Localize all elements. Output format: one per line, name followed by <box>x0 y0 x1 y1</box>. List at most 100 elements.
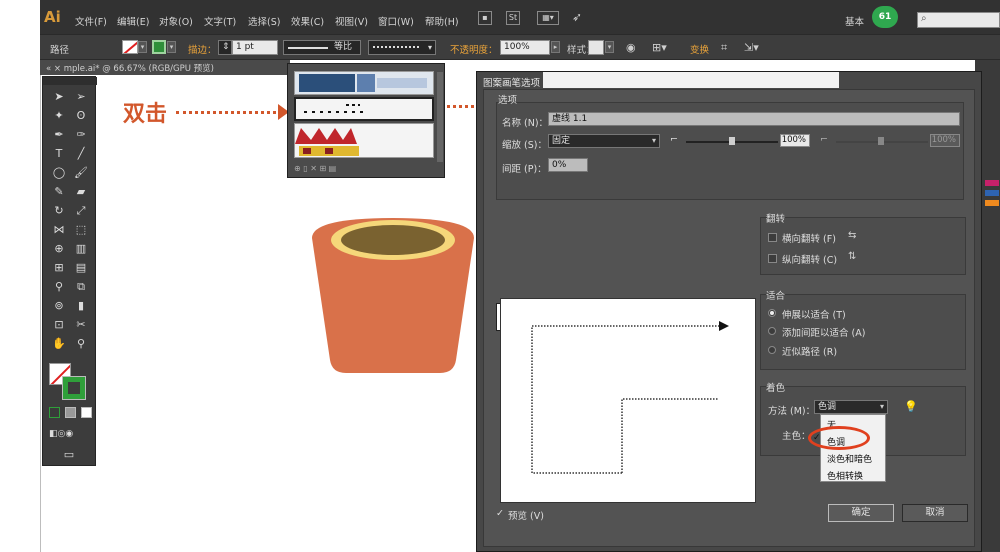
gradient-mode-icon[interactable] <box>65 407 76 418</box>
recolor-artwork-icon[interactable]: ◉ <box>626 41 636 54</box>
opacity-label[interactable]: 不透明度： <box>450 42 498 56</box>
fill-dropdown-icon[interactable]: ▾ <box>138 41 147 53</box>
transform-icon[interactable]: ⌗ <box>721 41 727 55</box>
stroke-dropdown-icon[interactable]: ▾ <box>167 41 176 53</box>
method-option-tints-and-shades[interactable]: 淡色和暗色 <box>827 452 872 465</box>
stock-icon[interactable]: St <box>506 11 520 25</box>
none-mode-icon[interactable] <box>81 407 92 418</box>
paintbrush-tool-icon[interactable]: 🖌 <box>71 165 91 181</box>
spacing-input[interactable]: 0% <box>548 158 588 172</box>
method-select[interactable]: 色调 ▾ <box>814 400 888 414</box>
scale-percent-input[interactable]: 100% <box>780 134 810 147</box>
screen-mode-icon[interactable]: ▭ <box>59 447 79 463</box>
brush-row-dashed-selected[interactable] <box>294 97 434 121</box>
hand-tool-icon[interactable]: ✋ <box>49 336 69 352</box>
gradient-tool-icon[interactable]: ▤ <box>71 260 91 276</box>
style-dropdown-icon[interactable]: ▾ <box>605 41 614 53</box>
cancel-button[interactable]: 取消 <box>902 504 968 522</box>
perspective-grid-tool-icon[interactable]: ▥ <box>71 241 91 257</box>
stroke-swatch[interactable] <box>152 40 166 54</box>
selection-tool-icon[interactable]: ➤ <box>49 89 69 105</box>
variable-width-profile[interactable]: 等比 <box>283 40 361 55</box>
workspace-switcher[interactable]: 基本 <box>845 14 864 28</box>
color-mode-icon[interactable] <box>49 407 60 418</box>
graphic-style-swatch[interactable] <box>588 40 604 55</box>
swatch-orange[interactable] <box>985 200 999 206</box>
magic-wand-tool-icon[interactable]: ✦ <box>49 108 69 124</box>
pencil-tool-icon[interactable]: ✎ <box>49 184 69 200</box>
eyedropper-tool-icon[interactable]: ⚲ <box>49 279 69 295</box>
fill-swatch[interactable] <box>122 40 138 54</box>
ok-button[interactable]: 确定 <box>828 504 894 522</box>
line-tool-icon[interactable]: ╱ <box>71 146 91 162</box>
fit-add-space-label: 添加间距以适合 (A) <box>782 328 866 339</box>
dialog-body: 选项 名称 (N)： 虚线 1.1 缩放 (S)： 固定 ▾ ⌐ 100% ⌐ … <box>483 89 975 547</box>
direct-selection-tool-icon[interactable]: ➢ <box>71 89 91 105</box>
help-search-input[interactable]: ⌕ <box>917 12 1000 28</box>
stroke-color-icon[interactable] <box>62 376 86 400</box>
ellipse-tool-icon[interactable]: ◯ <box>49 165 69 181</box>
flip-horizontal-checkbox[interactable] <box>768 233 777 242</box>
free-transform-tool-icon[interactable]: ⬚ <box>71 222 91 238</box>
brush-row-decorative[interactable] <box>294 123 434 158</box>
type-tool-icon[interactable]: T <box>49 146 69 162</box>
menu-type[interactable]: 文字(T) <box>204 14 236 28</box>
slice-tool-icon[interactable]: ✂ <box>71 317 91 333</box>
menu-help[interactable]: 帮助(H) <box>425 14 459 28</box>
curvature-tool-icon[interactable]: ✑ <box>71 127 91 143</box>
stroke-label[interactable]: 描边： <box>188 42 217 56</box>
menu-edit[interactable]: 编辑(E) <box>117 14 149 28</box>
preview-checkmark-icon[interactable]: ✓ <box>496 508 504 519</box>
fit-stretch-radio[interactable] <box>768 309 776 317</box>
rotate-tool-icon[interactable]: ↻ <box>49 203 69 219</box>
flip-vertical-checkbox[interactable] <box>768 254 777 263</box>
draw-mode-icon[interactable]: ◧◎◉ <box>49 426 73 442</box>
arrange-documents-icon[interactable]: ▦▾ <box>537 11 559 25</box>
fit-approximate-radio[interactable] <box>768 346 776 354</box>
zoom-tool-icon[interactable]: ⚲ <box>71 336 91 352</box>
fit-add-space-radio[interactable] <box>768 327 776 335</box>
brush-row-pattern[interactable] <box>294 71 434 95</box>
tools-panel-grip[interactable] <box>43 77 97 85</box>
transform-link[interactable]: 变换 <box>690 42 709 56</box>
bridge-icon[interactable]: ▪ <box>478 11 492 25</box>
profile-line-icon <box>288 47 328 49</box>
tips-lightbulb-icon[interactable]: 💡 <box>904 400 918 413</box>
shape-builder-tool-icon[interactable]: ⊕ <box>49 241 69 257</box>
scale-slider-thumb[interactable] <box>729 137 735 145</box>
artboard-tool-icon[interactable]: ⊡ <box>49 317 69 333</box>
opacity-dropdown-icon[interactable]: ▸ <box>551 41 560 53</box>
swatch-magenta[interactable] <box>985 180 999 186</box>
menu-window[interactable]: 窗口(W) <box>378 14 414 28</box>
stroke-stepper-icon[interactable]: ⇕ <box>218 40 232 55</box>
brushes-panel-footer-icons[interactable]: ⊕ ▯ ✕ ⊞ ▤ <box>294 164 336 173</box>
preview-label: 预览 (V) <box>508 511 544 522</box>
stroke-weight-input[interactable]: 1 pt <box>232 40 278 55</box>
eraser-tool-icon[interactable]: ▰ <box>71 184 91 200</box>
flip-label: 翻转 <box>766 214 786 225</box>
opacity-input[interactable]: 100% <box>500 40 550 55</box>
brush-definition[interactable]: ▾ <box>368 40 436 55</box>
scale-select[interactable]: 固定 ▾ <box>548 134 660 148</box>
isolate-icon[interactable]: ⇲▾ <box>744 41 759 54</box>
menu-select[interactable]: 选择(S) <box>248 14 280 28</box>
document-tab[interactable]: « × mple.ai* @ 66.67% (RGB/GPU 预览) <box>40 60 290 75</box>
swatch-blue[interactable] <box>985 190 999 196</box>
symbol-sprayer-tool-icon[interactable]: ⊚ <box>49 298 69 314</box>
method-option-hue-shift[interactable]: 色相转换 <box>827 469 863 482</box>
graph-tool-icon[interactable]: ▮ <box>71 298 91 314</box>
menu-file[interactable]: 文件(F) <box>75 14 107 28</box>
align-icon[interactable]: ⊞▾ <box>652 41 667 54</box>
pen-tool-icon[interactable]: ✒ <box>49 127 69 143</box>
brushes-panel-scrollbar[interactable] <box>437 72 443 162</box>
lasso-tool-icon[interactable]: ʘ <box>71 108 91 124</box>
name-input[interactable]: 虚线 1.1 <box>548 112 960 126</box>
menu-object[interactable]: 对象(O) <box>159 14 193 28</box>
menu-effect[interactable]: 效果(C) <box>291 14 324 28</box>
scale-tool-icon[interactable]: ⤢ <box>71 203 91 219</box>
menu-view[interactable]: 视图(V) <box>335 14 368 28</box>
width-tool-icon[interactable]: ⋈ <box>49 222 69 238</box>
mesh-tool-icon[interactable]: ⊞ <box>49 260 69 276</box>
blend-tool-icon[interactable]: ⧉ <box>71 279 91 295</box>
send-icon[interactable]: ➶ <box>570 11 584 25</box>
